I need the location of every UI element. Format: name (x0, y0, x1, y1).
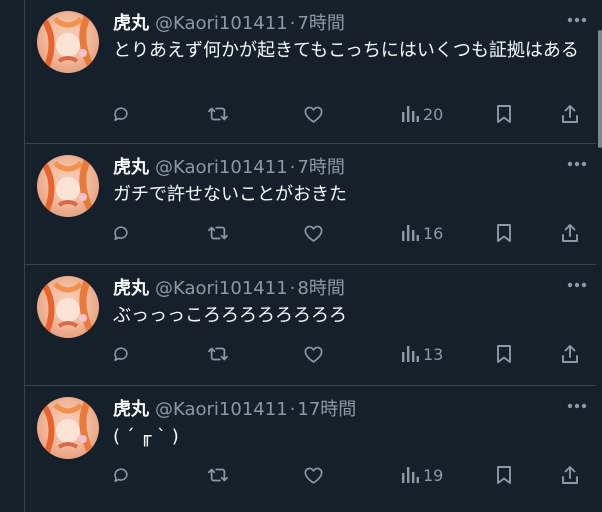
bookmark-icon (495, 104, 513, 124)
separator-dot: · (289, 278, 296, 299)
scrollbar[interactable] (598, 30, 602, 148)
share-button[interactable] (560, 462, 580, 488)
retweet-button[interactable] (207, 462, 229, 488)
tweet-header: 虎丸 @Kaori101411 · 7時間 (113, 153, 345, 179)
like-button[interactable] (303, 101, 324, 127)
tweet[interactable]: 虎丸 @Kaori101411 · 7時間 とりあえず何かが起きてもこっちにはい… (25, 0, 596, 144)
user-handle[interactable]: @Kaori101411 (155, 399, 288, 420)
retweet-button[interactable] (207, 341, 229, 367)
reply-button[interactable] (111, 220, 131, 246)
views-count: 19 (423, 465, 444, 485)
timestamp[interactable]: 7時間 (297, 9, 344, 35)
timeline-feed: 虎丸 @Kaori101411 · 7時間 とりあえず何かが起きてもこっちにはい… (25, 0, 596, 512)
retweet-icon (207, 465, 229, 485)
bookmark-button[interactable] (495, 462, 513, 488)
share-icon (560, 223, 580, 243)
avatar[interactable] (37, 276, 99, 338)
reply-icon (111, 104, 131, 124)
tweet-header: 虎丸 @Kaori101411 · 8時間 (113, 274, 345, 300)
views-button[interactable]: 13 (401, 341, 443, 367)
display-name[interactable]: 虎丸 (113, 153, 149, 179)
views-chart-icon (401, 345, 419, 363)
bookmark-icon (495, 465, 513, 485)
like-button[interactable] (303, 220, 324, 246)
views-count: 16 (423, 223, 444, 243)
share-button[interactable] (560, 101, 580, 127)
reply-button[interactable] (111, 462, 131, 488)
tweet-text: とりあえず何かが起きてもこっちにはいくつも証拠はある (113, 40, 579, 61)
bookmark-button[interactable] (495, 341, 513, 367)
bookmark-icon (495, 344, 513, 364)
more-options-icon[interactable] (564, 275, 590, 295)
bookmark-button[interactable] (495, 220, 513, 246)
views-count: 13 (423, 344, 444, 364)
heart-icon (303, 223, 324, 243)
user-handle[interactable]: @Kaori101411 (155, 157, 288, 178)
views-button[interactable]: 20 (401, 101, 443, 127)
heart-icon (303, 104, 324, 124)
reply-icon (111, 465, 131, 485)
tweet-actions: 13 (109, 341, 589, 367)
display-name[interactable]: 虎丸 (113, 395, 149, 421)
timestamp[interactable]: 17時間 (297, 395, 356, 421)
separator-dot: · (289, 13, 296, 34)
retweet-icon (207, 223, 229, 243)
bookmark-button[interactable] (495, 101, 513, 127)
avatar[interactable] (37, 11, 99, 73)
views-button[interactable]: 16 (401, 220, 443, 246)
separator-dot: · (289, 399, 296, 420)
reply-button[interactable] (111, 341, 131, 367)
share-icon (560, 465, 580, 485)
tweet[interactable]: 虎丸 @Kaori101411 · 7時間 ガチで許せないことがおきた 16 (25, 144, 596, 265)
heart-icon (303, 465, 324, 485)
reply-button[interactable] (111, 101, 131, 127)
share-icon (560, 344, 580, 364)
display-name[interactable]: 虎丸 (113, 9, 149, 35)
views-chart-icon (401, 466, 419, 484)
share-button[interactable] (560, 220, 580, 246)
like-button[interactable] (303, 462, 324, 488)
retweet-button[interactable] (207, 220, 229, 246)
bookmark-icon (495, 223, 513, 243)
reply-icon (111, 344, 131, 364)
avatar[interactable] (37, 397, 99, 459)
retweet-icon (207, 344, 229, 364)
views-chart-icon (401, 224, 419, 242)
views-chart-icon (401, 105, 419, 123)
more-options-icon[interactable] (564, 154, 590, 174)
display-name[interactable]: 虎丸 (113, 274, 149, 300)
tweet-actions: 19 (109, 462, 589, 488)
like-button[interactable] (303, 341, 324, 367)
user-handle[interactable]: @Kaori101411 (155, 13, 288, 34)
views-count: 20 (423, 104, 444, 124)
tweet-actions: 20 (109, 101, 589, 127)
timestamp[interactable]: 8時間 (297, 274, 344, 300)
avatar[interactable] (37, 155, 99, 217)
tweet-text: ぶっっっころろろろろろろろ (113, 305, 347, 326)
tweet-actions: 16 (109, 220, 589, 246)
user-handle[interactable]: @Kaori101411 (155, 278, 288, 299)
retweet-icon (207, 104, 229, 124)
more-options-icon[interactable] (564, 10, 590, 30)
tweet-text: ガチで許せないことがおきた (113, 184, 347, 205)
share-icon (560, 104, 580, 124)
left-column-edge (0, 0, 25, 512)
views-button[interactable]: 19 (401, 462, 443, 488)
tweet-text: ( ´ ╓ ` ) (113, 426, 179, 447)
retweet-button[interactable] (207, 101, 229, 127)
tweet-header: 虎丸 @Kaori101411 · 17時間 (113, 395, 356, 421)
separator-dot: · (289, 157, 296, 178)
more-options-icon[interactable] (564, 396, 590, 416)
tweet-header: 虎丸 @Kaori101411 · 7時間 (113, 9, 345, 35)
reply-icon (111, 223, 131, 243)
tweet[interactable]: 虎丸 @Kaori101411 · 17時間 ( ´ ╓ ` ) 19 (25, 386, 596, 512)
tweet[interactable]: 虎丸 @Kaori101411 · 8時間 ぶっっっころろろろろろろろ 13 (25, 265, 596, 386)
heart-icon (303, 344, 324, 364)
share-button[interactable] (560, 341, 580, 367)
timestamp[interactable]: 7時間 (297, 153, 344, 179)
